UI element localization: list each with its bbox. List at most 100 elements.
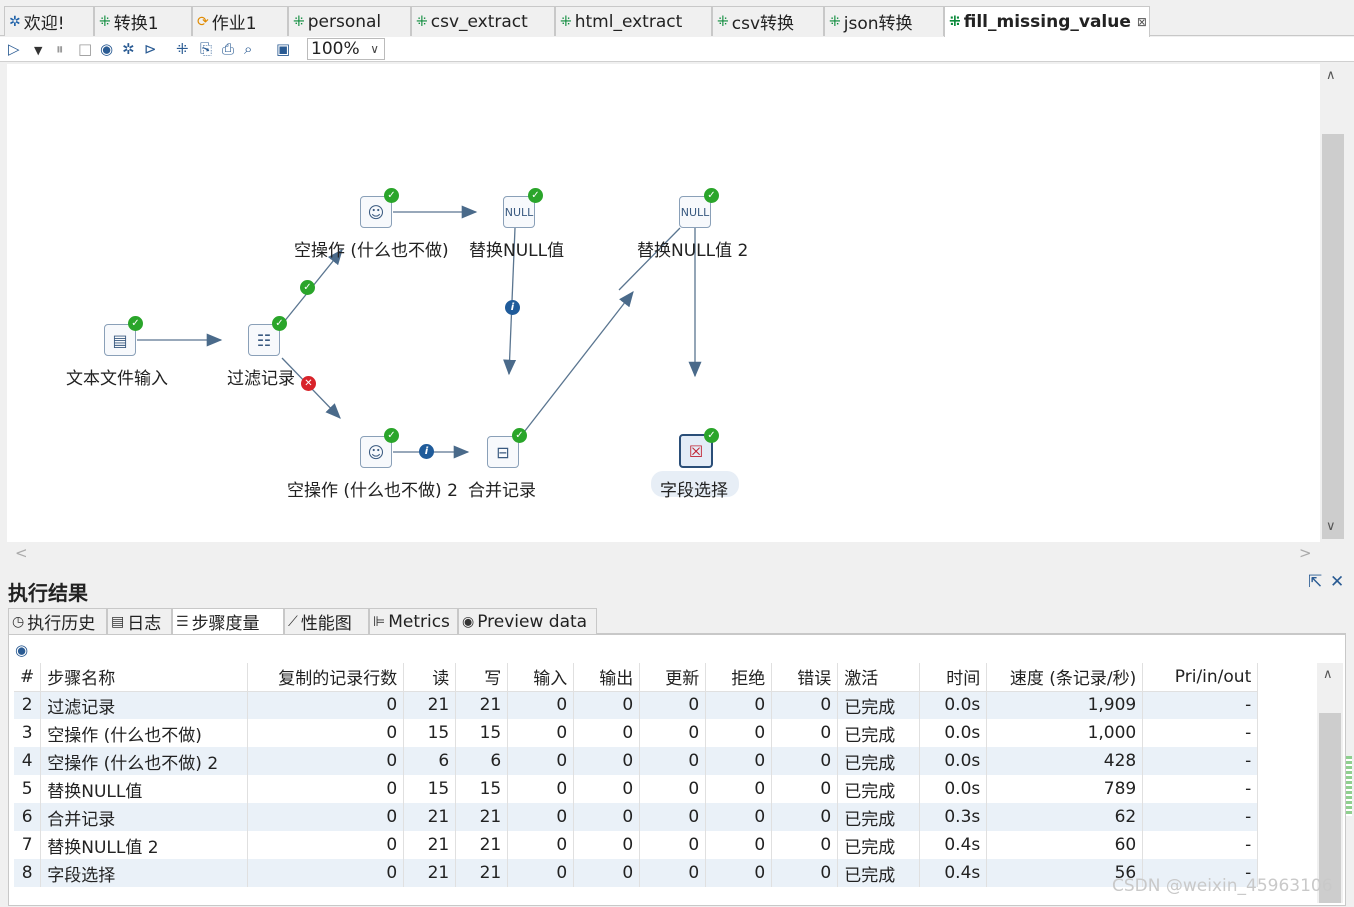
table-cell: 已完成 xyxy=(837,747,921,775)
preview-icon[interactable]: ◉ xyxy=(100,39,113,59)
table-cell: 0 xyxy=(573,719,641,747)
column-header[interactable]: 输出 xyxy=(573,663,641,692)
table-cell: 0.0s xyxy=(919,691,988,719)
verify-icon[interactable]: ⁜ xyxy=(176,39,189,59)
scroll-thumb[interactable] xyxy=(1319,713,1341,903)
replay-icon[interactable]: ⊳ xyxy=(144,39,157,59)
table-cell: 0 xyxy=(705,803,773,831)
step-label-replace-null2[interactable]: 替换NULL值 2 xyxy=(637,236,748,261)
table-row[interactable]: 3 空操作 (什么也不做) 0 15 15 0 0 0 0 0 已完成 0.0s 1,000- xyxy=(14,719,1259,747)
eye-icon[interactable]: ◉ xyxy=(15,641,28,659)
table-row[interactable]: 2 过滤记录 0 21 21 0 0 0 0 0 已完成 0.0s 1,909- xyxy=(14,691,1259,719)
tab-csv-convert[interactable]: ⁜ csv转换 xyxy=(712,6,824,36)
transform-icon: ⁜ xyxy=(560,13,572,30)
chevron-down-icon: ∨ xyxy=(370,42,379,56)
column-header[interactable]: Pri/in/out xyxy=(1142,663,1259,692)
table-row[interactable]: 7 替换NULL值 2 0 21 21 0 0 0 0 0 已完成 0.4s 60- xyxy=(14,831,1259,859)
tab-job1[interactable]: ⟳ 作业1 xyxy=(192,6,288,36)
step-label-merge[interactable]: 合并记录 xyxy=(468,476,536,501)
column-header[interactable]: 拒绝 xyxy=(705,663,773,692)
column-header[interactable]: # xyxy=(14,663,42,692)
tab-log[interactable]: ▤ 日志 xyxy=(107,608,172,634)
tab-metrics[interactable]: ⊫ Metrics xyxy=(369,608,458,634)
table-cell: 21 xyxy=(455,859,509,887)
table-row[interactable]: 6 合并记录 0 21 21 0 0 0 0 0 已完成 0.3s 62- xyxy=(14,803,1259,831)
column-header[interactable]: 更新 xyxy=(639,663,707,692)
pause-icon[interactable]: ⏸ xyxy=(56,39,64,59)
table-cell: - xyxy=(1142,691,1259,719)
column-header[interactable]: 复制的记录行数 xyxy=(247,663,405,692)
column-header[interactable]: 步骤名称 xyxy=(40,663,249,692)
stop-icon[interactable]: □ xyxy=(78,39,92,59)
table-cell: 0 xyxy=(705,831,773,859)
table-cell: 已完成 xyxy=(837,859,921,887)
log-icon: ▤ xyxy=(111,613,125,630)
chevron-up-icon[interactable]: ∧ xyxy=(1326,68,1336,83)
table-row[interactable]: 4 空操作 (什么也不做) 2 0 6 6 0 0 0 0 0 已完成 0.0s 428- xyxy=(14,747,1259,775)
table-cell: 0 xyxy=(507,691,575,719)
step-label-dummy1[interactable]: 空操作 (什么也不做) xyxy=(294,236,449,261)
step-label-select-fields[interactable]: 字段选择 xyxy=(660,476,728,501)
tab-fill-missing-value[interactable]: ⁜ fill_missing_value ⊠ xyxy=(944,6,1150,37)
explore-db-icon[interactable]: ⌕ xyxy=(244,39,252,59)
debug-icon[interactable]: ✲ xyxy=(122,39,135,59)
close-icon[interactable]: ⊠ xyxy=(1137,15,1147,29)
watermark: CSDN @weixin_45963106 xyxy=(1112,876,1333,896)
chevron-up-icon[interactable]: ∧ xyxy=(1323,667,1333,682)
tab-step-metrics[interactable]: ☰ 步骤度量 xyxy=(172,608,284,634)
column-header[interactable]: 输入 xyxy=(507,663,575,692)
chevron-right-icon[interactable]: > xyxy=(1299,544,1312,562)
chevron-down-icon[interactable]: ▼ xyxy=(34,41,42,61)
step-label-dummy2[interactable]: 空操作 (什么也不做) 2 xyxy=(287,476,458,501)
tab-welcome[interactable]: ✲ 欢迎! xyxy=(4,6,94,36)
tab-html-extract[interactable]: ⁜ html_extract xyxy=(555,6,712,36)
close-icon[interactable]: ✕ xyxy=(1330,572,1344,592)
table-cell: 6 xyxy=(14,803,42,831)
table-cell: 0 xyxy=(507,775,575,803)
table-cell: 21 xyxy=(403,803,457,831)
tab-execution-history[interactable]: ◷ 执行历史 xyxy=(8,608,107,634)
tab-performance-graph[interactable]: ⟋ 性能图 xyxy=(284,608,369,634)
step-label-replace-null[interactable]: 替换NULL值 xyxy=(469,236,564,261)
table-cell: 0 xyxy=(573,859,641,887)
results-tab-bar: ◷ 执行历史 ▤ 日志 ☰ 步骤度量 ⟋ 性能图 ⊫ Metrics ◉ Preview d… xyxy=(8,608,1346,634)
run-icon[interactable]: ▷ xyxy=(8,39,20,59)
impact-icon[interactable]: ⎘ xyxy=(200,39,212,59)
table-cell: - xyxy=(1142,803,1259,831)
column-header[interactable]: 激活 xyxy=(837,663,921,692)
job-icon: ⟳ xyxy=(197,13,209,30)
snap-icon[interactable]: ▣ xyxy=(276,39,290,59)
tab-personal[interactable]: ⁜ personal xyxy=(288,6,411,36)
table-cell: 已完成 xyxy=(837,719,921,747)
column-header[interactable]: 速度 (条记录/秒) xyxy=(986,663,1144,692)
table-vertical-scrollbar[interactable]: ∧ xyxy=(1317,663,1343,903)
list-icon: ☰ xyxy=(176,613,189,630)
column-header[interactable]: 读 xyxy=(403,663,457,692)
chevron-left-icon[interactable]: < xyxy=(15,544,28,562)
sql-icon[interactable]: ⎙ xyxy=(222,39,234,59)
step-label-filter[interactable]: 过滤记录 xyxy=(227,364,295,389)
table-cell: 0 xyxy=(705,775,773,803)
canvas-vertical-scrollbar[interactable]: ∧ ∨ xyxy=(1320,64,1346,542)
transformation-canvas[interactable]: ✓ ✕ i i ▤ ✓ 文本文件输入 ☷ ✓ 过滤记录 ☺ ✓ 空操作 (什么也… xyxy=(7,64,1320,542)
table-row[interactable]: 5 替换NULL值 0 15 15 0 0 0 0 0 已完成 0.0s 789- xyxy=(14,775,1259,803)
step-ok-icon: ✓ xyxy=(704,428,719,443)
step-label-text-input[interactable]: 文本文件输入 xyxy=(66,364,168,389)
zoom-select[interactable]: 100% ∨ xyxy=(307,38,385,60)
table-cell: - xyxy=(1142,831,1259,859)
table-row[interactable]: 8 字段选择 0 21 21 0 0 0 0 0 已完成 0.4s 56- xyxy=(14,859,1259,887)
clock-icon: ◷ xyxy=(12,613,25,630)
tab-preview-data[interactable]: ◉ Preview data xyxy=(458,608,597,634)
detach-icon[interactable]: ⇱ xyxy=(1308,572,1322,592)
table-cell: 5 xyxy=(14,775,42,803)
chevron-down-icon[interactable]: ∨ xyxy=(1326,519,1336,534)
table-cell: 0 xyxy=(573,691,641,719)
column-header[interactable]: 时间 xyxy=(919,663,988,692)
canvas-horizontal-scrollbar[interactable]: < > xyxy=(7,542,1320,566)
tab-json-convert[interactable]: ⁜ json转换 xyxy=(824,6,944,36)
column-header[interactable]: 错误 xyxy=(771,663,839,692)
tab-csv-extract[interactable]: ⁜ csv_extract xyxy=(411,6,555,36)
scroll-thumb[interactable] xyxy=(1322,134,1344,539)
column-header[interactable]: 写 xyxy=(455,663,509,692)
tab-transform1[interactable]: ⁜ 转换1 xyxy=(94,6,192,36)
